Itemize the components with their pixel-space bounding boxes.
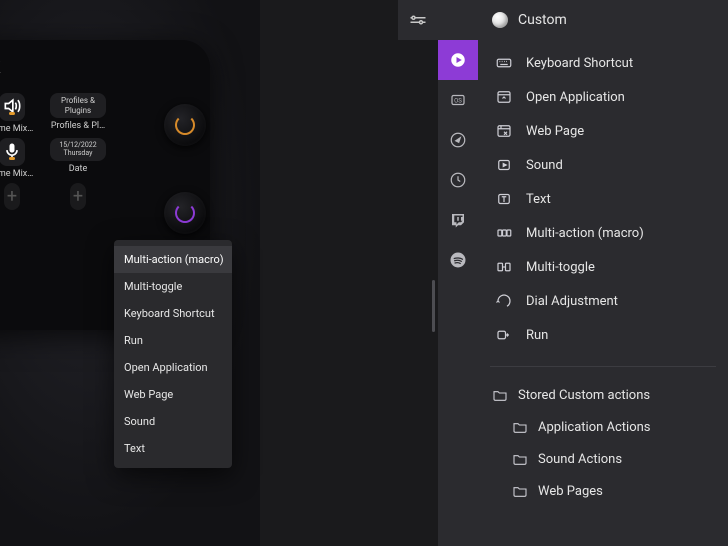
tile-label: Date [69, 164, 88, 174]
tile-text: Profiles & Plugins [53, 96, 103, 115]
action-list: Keyboard Shortcut Open Application Web P… [478, 40, 728, 358]
action-label: Multi-toggle [526, 260, 595, 275]
action-web-page[interactable]: Web Page [480, 114, 726, 148]
custom-dot-icon [492, 12, 508, 28]
ctx-item-web-page[interactable]: Web Page [114, 381, 232, 408]
ctx-item-multi-toggle[interactable]: Multi-toggle [114, 273, 232, 300]
category-tabs: OS [438, 0, 478, 546]
dial-2[interactable] [164, 192, 206, 234]
action-text[interactable]: Text [480, 182, 726, 216]
vtab-elgato[interactable] [438, 40, 478, 80]
context-menu: Multi-action (macro) Multi-toggle Keyboa… [114, 240, 232, 468]
action-label: Keyboard Shortcut [526, 56, 633, 71]
action-label: Run [526, 328, 548, 343]
vtab-obs[interactable]: OS [438, 80, 478, 120]
web-page-icon [494, 122, 514, 140]
run-icon [494, 326, 514, 344]
dial-ring-icon [175, 115, 195, 135]
panel-header: Custom [478, 0, 728, 40]
ctx-item-open-application[interactable]: Open Application [114, 354, 232, 381]
ctx-item-sound[interactable]: Sound [114, 408, 232, 435]
action-label: Web Page [526, 124, 584, 139]
folder-icon [492, 387, 508, 403]
action-label: Multi-action (macro) [526, 226, 644, 241]
text-icon [494, 190, 514, 208]
dial-ring-icon [175, 203, 195, 223]
stored-web-pages[interactable]: Web Pages [478, 475, 728, 507]
tile-text: 15/12/2022 Thursday [53, 141, 103, 158]
tile-volume-mix-1[interactable] [0, 93, 25, 121]
splitter-handle[interactable] [432, 280, 435, 332]
stored-child-label: Web Pages [538, 484, 603, 499]
ctx-item-keyboard-shortcut[interactable]: Keyboard Shortcut [114, 300, 232, 327]
settings-icon[interactable] [398, 0, 438, 40]
action-multi-action[interactable]: Multi-action (macro) [480, 216, 726, 250]
tile-date[interactable]: 15/12/2022 Thursday [50, 138, 106, 161]
tile-label: lume Mix… [0, 124, 33, 134]
vtab-clock[interactable] [438, 160, 478, 200]
sound-icon [494, 156, 514, 174]
multi-toggle-icon [494, 258, 514, 276]
dial-1[interactable] [164, 104, 206, 146]
ctx-item-multi-action[interactable]: Multi-action (macro) [114, 246, 232, 273]
tile-profiles-plugins[interactable]: Profiles & Plugins [50, 93, 106, 118]
stored-child-label: Sound Actions [538, 452, 622, 467]
stored-section: Stored Custom actions Application Action… [478, 375, 728, 515]
vtab-twitch[interactable] [438, 200, 478, 240]
svg-text:OS: OS [454, 97, 462, 104]
action-label: Dial Adjustment [526, 294, 618, 309]
tile-volume-mix-2[interactable] [0, 138, 25, 166]
folder-icon [512, 483, 528, 499]
right-panel: OS Custom Keyboard Shortcut Open App [438, 0, 728, 546]
tile-label: Profiles & Pl… [51, 121, 105, 131]
stored-sound-actions[interactable]: Sound Actions [478, 443, 728, 475]
stored-child-label: Application Actions [538, 420, 651, 435]
ctx-item-text[interactable]: Text [114, 435, 232, 462]
device-title: k [0, 54, 196, 79]
keyboard-icon [494, 54, 514, 72]
action-run[interactable]: Run [480, 318, 726, 352]
stored-header-label: Stored Custom actions [518, 388, 650, 403]
vtab-spotify[interactable] [438, 240, 478, 280]
multi-action-icon [494, 224, 514, 242]
action-open-application[interactable]: Open Application [480, 80, 726, 114]
action-dial-adjustment[interactable]: Dial Adjustment [480, 284, 726, 318]
vtab-navigation[interactable] [438, 120, 478, 160]
tile-empty[interactable]: + [70, 183, 86, 210]
action-multi-toggle[interactable]: Multi-toggle [480, 250, 726, 284]
tile-empty[interactable]: + [4, 183, 20, 210]
stored-application-actions[interactable]: Application Actions [478, 411, 728, 443]
dial-icon [494, 292, 514, 310]
action-label: Open Application [526, 90, 625, 105]
action-label: Text [526, 192, 551, 207]
open-app-icon [494, 88, 514, 106]
action-keyboard-shortcut[interactable]: Keyboard Shortcut [480, 46, 726, 80]
stored-header[interactable]: Stored Custom actions [478, 379, 728, 411]
tile-label: lume Mix… [0, 169, 33, 179]
folder-icon [512, 419, 528, 435]
action-sound[interactable]: Sound [480, 148, 726, 182]
panel-title: Custom [518, 12, 567, 28]
folder-icon [512, 451, 528, 467]
action-label: Sound [526, 158, 563, 173]
panel-body: Custom Keyboard Shortcut Open Applicatio… [478, 0, 728, 546]
divider [490, 366, 716, 367]
ctx-item-run[interactable]: Run [114, 327, 232, 354]
